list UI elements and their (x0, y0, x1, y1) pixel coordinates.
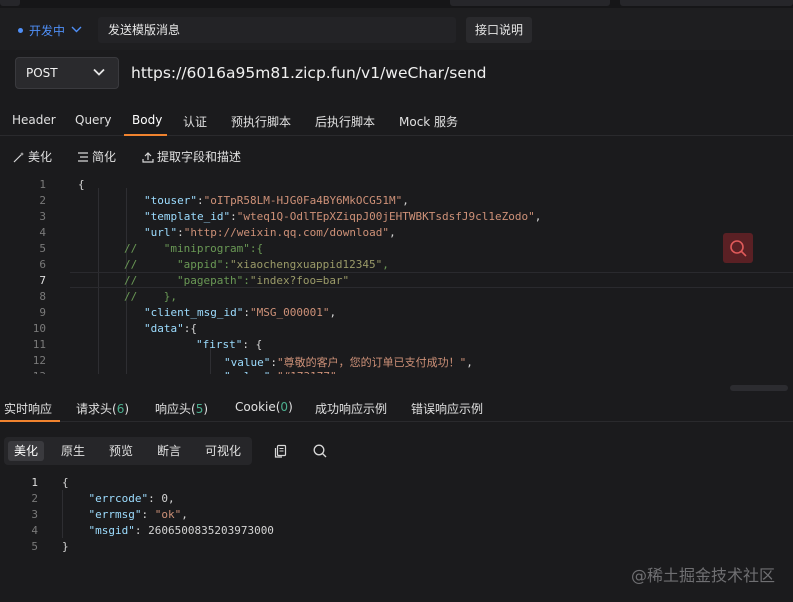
line-number: 1 (39, 178, 46, 191)
code-line: { (62, 476, 69, 489)
request-name-input[interactable]: 发送模版消息 (98, 17, 456, 43)
tab-mock[interactable]: Mock 服务 (399, 113, 458, 130)
code-line: "touser":"oITpR58LM-HJG0Fa4BY6MkOCG51M", (144, 194, 409, 207)
tab-response-headers[interactable]: 响应头(5) (155, 400, 208, 417)
code-line: // }, (124, 290, 177, 303)
tab-post-script[interactable]: 后执行脚本 (315, 113, 375, 130)
tab-auth[interactable]: 认证 (183, 113, 207, 130)
view-raw[interactable]: 原生 (55, 441, 91, 461)
tab-stub (450, 0, 610, 6)
line-number: 6 (39, 258, 46, 271)
line-number: 5 (39, 242, 46, 255)
method-select[interactable]: POST (15, 57, 119, 89)
request-tabs: Header Query Body 认证 预执行脚本 后执行脚本 Mock 服务 (0, 108, 793, 136)
search-icon[interactable] (312, 443, 328, 459)
search-icon (730, 240, 747, 257)
line-number: 4 (39, 226, 46, 239)
tab-realtime-response[interactable]: 实时响应 (4, 400, 52, 417)
chevron-down-icon (92, 65, 106, 79)
method-label: POST (26, 66, 58, 80)
view-mode-bar: 美化 原生 预览 断言 可视化 (4, 437, 252, 465)
window-top-strip (0, 0, 793, 8)
line-number: 11 (32, 338, 46, 351)
tab-header[interactable]: Header (12, 113, 56, 127)
code-line: "client_msg_id":"MSG_000001", (144, 306, 337, 319)
line-number: 8 (39, 290, 46, 303)
code-line: "errcode": 0, (88, 492, 175, 505)
line-number: 10 (32, 322, 46, 335)
tab-cookie[interactable]: Cookie(0) (235, 400, 293, 414)
current-line-highlight (70, 272, 793, 288)
simplify-button[interactable]: 简化 (77, 148, 116, 165)
code-line: } (62, 540, 69, 553)
code-line: "template_id":"wteq1Q-OdlTEpXZiqpJ00jEHT… (144, 210, 542, 223)
line-number: 2 (39, 194, 46, 207)
upload-icon (142, 151, 154, 163)
beautify-button[interactable]: 美化 (13, 148, 52, 165)
line-number: 4 (31, 524, 38, 537)
status-dot-icon (18, 27, 23, 33)
tab-body[interactable]: Body (132, 113, 162, 127)
extract-fields-button[interactable]: 提取字段和描述 (142, 148, 241, 165)
line-number: 3 (39, 210, 46, 223)
tab-stub (620, 0, 793, 6)
chevron-down-icon (71, 25, 82, 36)
api-doc-button[interactable]: 接口说明 (466, 17, 532, 43)
view-visualize[interactable]: 可视化 (199, 441, 247, 461)
code-line: "msgid": 2606500835203973000 (88, 524, 274, 537)
code-line: "data":{ (144, 322, 197, 335)
view-assert[interactable]: 断言 (151, 441, 187, 461)
line-number: 3 (31, 508, 38, 521)
list-icon (77, 151, 89, 163)
url-input[interactable]: https://6016a95m81.zicp.fun/v1/weChar/se… (131, 62, 487, 84)
code-line: "url":"http://weixin.qq.com/download", (144, 226, 396, 239)
line-number: 5 (31, 540, 38, 553)
code-line: // "appid":"xiaochengxuappid12345", (124, 258, 389, 271)
tab-error-example[interactable]: 错误响应示例 (411, 400, 483, 417)
watermark: @稀土掘金技术社区 (630, 566, 775, 585)
tab-request-headers[interactable]: 请求头(6) (76, 400, 129, 417)
magic-wand-icon (13, 151, 25, 163)
code-line: "first": { (196, 338, 263, 351)
code-line: "errmsg": "ok", (88, 508, 188, 521)
view-preview[interactable]: 预览 (103, 441, 139, 461)
tab-stub (0, 0, 20, 6)
tab-query[interactable]: Query (75, 113, 111, 127)
response-tabs: 实时响应 请求头(6) 响应头(5) Cookie(0) 成功响应示例 错误响应… (0, 390, 793, 422)
tab-pre-script[interactable]: 预执行脚本 (231, 113, 291, 130)
active-tab-indicator (124, 134, 167, 136)
panel-divider[interactable] (0, 374, 793, 388)
environment-selector[interactable]: 开发中 (18, 20, 82, 40)
tab-success-example[interactable]: 成功响应示例 (315, 400, 387, 417)
code-line: // "miniprogram":{ (124, 242, 264, 255)
active-tab-indicator (0, 420, 60, 422)
environment-label: 开发中 (29, 23, 66, 38)
line-number: 9 (39, 306, 46, 319)
body-toolbar: 美化 简化 提取字段和描述 (0, 146, 793, 168)
line-number: 7 (39, 274, 46, 287)
editor-search-button[interactable] (723, 233, 753, 263)
line-number: 1 (31, 476, 38, 489)
indent-guide (210, 348, 211, 374)
copy-icon[interactable] (273, 443, 289, 459)
view-beautify[interactable]: 美化 (8, 441, 45, 461)
line-number: 2 (31, 492, 38, 505)
line-number: 12 (32, 354, 46, 367)
code-line: "value":"尊敬的客户，您的订单已支付成功！", (224, 356, 473, 369)
code-line: { (78, 178, 85, 191)
